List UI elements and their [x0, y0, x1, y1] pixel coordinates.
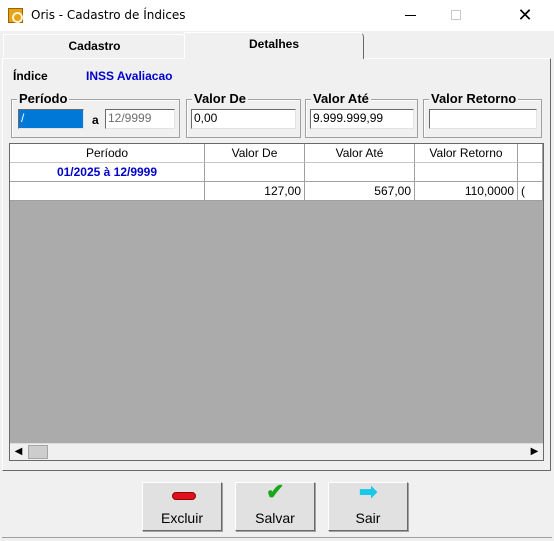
salvar-button[interactable]: ✔ Salvar: [235, 479, 315, 531]
close-button[interactable]: ✕: [502, 0, 548, 31]
arrow-right-icon: ➡: [359, 479, 378, 504]
valor-retorno-input[interactable]: [429, 109, 537, 129]
cell-valor-ate[interactable]: 567,00: [305, 182, 415, 201]
cell-extra[interactable]: [518, 163, 543, 182]
grid-header: Período Valor De Valor Até Valor Retorno: [10, 144, 543, 163]
cell-periodo[interactable]: [10, 182, 205, 201]
salvar-label: Salvar: [255, 510, 295, 526]
valor-ate-group: Valor Até 9.999.999,99: [305, 92, 418, 138]
scroll-left-icon[interactable]: ◀: [10, 444, 27, 460]
indice-value: INSS Avaliacao: [86, 69, 173, 83]
valor-retorno-group: Valor Retorno: [423, 92, 542, 138]
scroll-thumb[interactable]: [28, 445, 48, 459]
indice-label: Índice: [13, 69, 48, 83]
checkmark-icon: ✔: [266, 479, 285, 504]
cell-valor-retorno[interactable]: 110,0000: [415, 182, 518, 201]
valor-de-group: Valor De 0,00: [186, 92, 301, 138]
periodo-from-input[interactable]: /: [18, 109, 84, 129]
cell-valor-retorno[interactable]: [415, 163, 518, 182]
tab-detalhes[interactable]: Detalhes: [184, 32, 364, 59]
status-bar: [2, 537, 552, 541]
horizontal-scrollbar[interactable]: ◀ ▶: [10, 443, 543, 460]
cell-periodo[interactable]: 01/2025 à 12/9999: [10, 163, 205, 182]
periodo-separator: a: [92, 113, 99, 127]
periodo-legend: Período: [17, 91, 70, 106]
excluir-label: Excluir: [160, 510, 203, 526]
tab-cadastro[interactable]: Cadastro: [3, 34, 186, 57]
sair-button[interactable]: ➡ Sair: [328, 479, 408, 531]
data-grid[interactable]: Período Valor De Valor Até Valor Retorno…: [9, 143, 544, 461]
excluir-button[interactable]: Excluir: [142, 482, 222, 531]
valor-ate-input[interactable]: 9.999.999,99: [310, 109, 414, 129]
column-header-extra: [518, 144, 543, 163]
minimize-icon: [405, 15, 416, 16]
sair-label: Sair: [355, 510, 381, 526]
cell-valor-ate[interactable]: [305, 163, 415, 182]
maximize-icon: [451, 10, 461, 20]
table-row[interactable]: 127,00 567,00 110,0000 (: [10, 182, 543, 201]
maximize-button: [433, 0, 479, 31]
valor-ate-legend: Valor Até: [311, 91, 371, 106]
valor-de-legend: Valor De: [192, 91, 249, 106]
periodo-group: Período / a 12/9999: [11, 92, 180, 138]
delete-icon: [172, 492, 196, 500]
title-bar: Oris - Cadastro de Índices ✕: [0, 0, 554, 31]
close-icon: ✕: [517, 5, 533, 25]
valor-de-input[interactable]: 0,00: [191, 109, 296, 129]
minimize-button[interactable]: [387, 0, 433, 31]
app-icon: [8, 8, 23, 23]
cell-valor-de[interactable]: [205, 163, 305, 182]
column-header-valor-retorno[interactable]: Valor Retorno: [415, 144, 518, 163]
cell-extra[interactable]: (: [518, 182, 543, 201]
column-header-valor-de[interactable]: Valor De: [205, 144, 305, 163]
column-header-valor-ate[interactable]: Valor Até: [305, 144, 415, 163]
valor-retorno-legend: Valor Retorno: [429, 91, 519, 106]
cell-valor-de[interactable]: 127,00: [205, 182, 305, 201]
column-header-periodo[interactable]: Período: [10, 144, 205, 163]
periodo-to-input[interactable]: 12/9999: [105, 109, 175, 129]
window-title: Oris - Cadastro de Índices: [31, 8, 186, 22]
scroll-right-icon[interactable]: ▶: [526, 444, 543, 460]
table-row[interactable]: 01/2025 à 12/9999: [10, 163, 543, 182]
